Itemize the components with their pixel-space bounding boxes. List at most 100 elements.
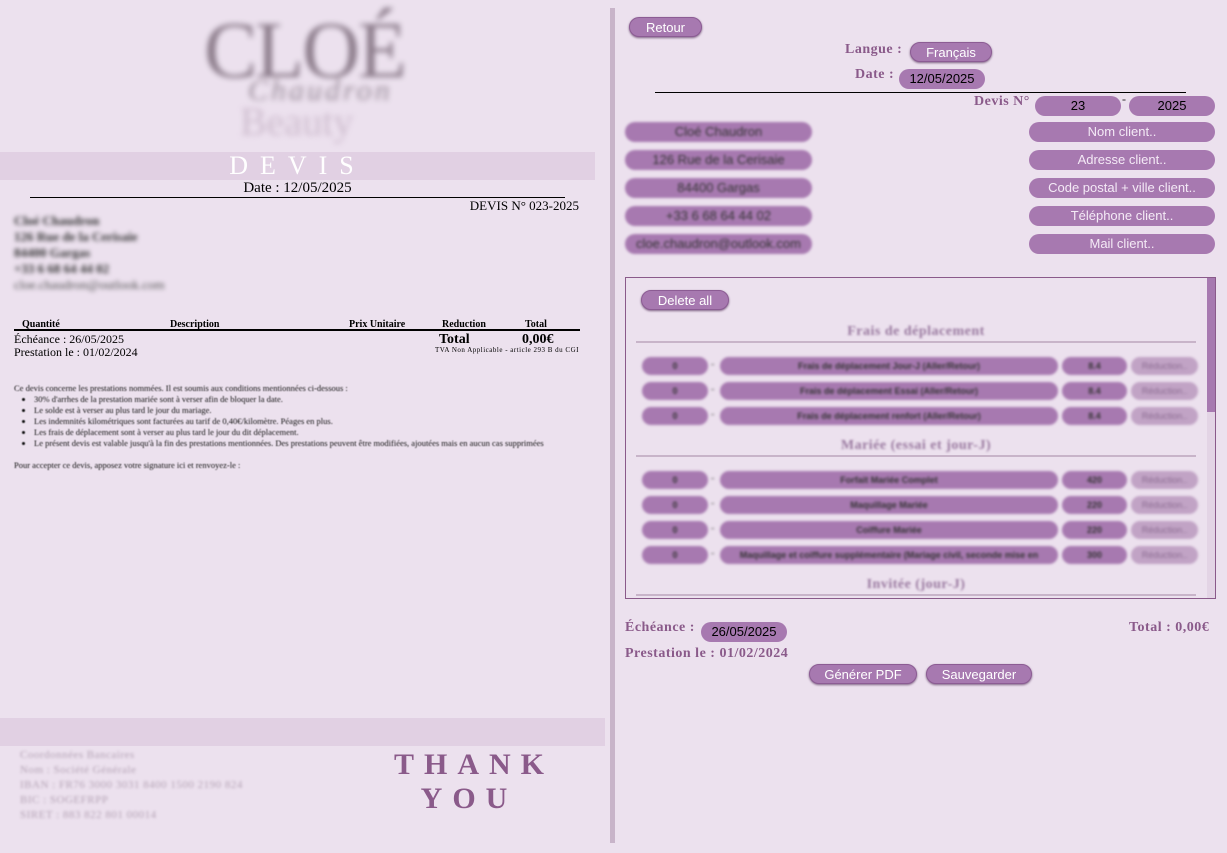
logo-line3: Beauty xyxy=(240,99,354,144)
item-description[interactable]: Maquillage Mariée xyxy=(720,496,1058,514)
item-reduction-input[interactable]: Réduction.. xyxy=(1131,382,1198,400)
generate-pdf-button[interactable]: Générer PDF xyxy=(809,664,917,684)
item-description[interactable]: Coiffure Mariée xyxy=(720,521,1058,539)
sender-street: 126 Rue de la Cerisaie xyxy=(14,229,138,244)
header-unit-price: Prix Unitaire xyxy=(349,319,406,330)
footer-band xyxy=(0,718,605,746)
sender-block: Cloé Chaudron 126 Rue de la Cerisaie 844… xyxy=(14,213,165,293)
item-price[interactable]: 8.4 xyxy=(1062,382,1127,400)
save-button[interactable]: Sauvegarder xyxy=(926,664,1032,684)
item-price[interactable]: 300 xyxy=(1062,546,1127,564)
client-postcode-city-input[interactable]: Code postal + ville client.. xyxy=(1029,178,1215,198)
item-reduction-input[interactable]: Réduction.. xyxy=(1131,357,1198,375)
item-quantity-input[interactable]: 0 xyxy=(642,496,708,514)
condition-item: Le présent devis est valable jusqu'à la … xyxy=(34,438,584,449)
devis-title: DEVIS xyxy=(0,152,595,180)
item-quantity-input[interactable]: 0 xyxy=(642,546,708,564)
preview-prestation: Prestation le : 01/02/2024 xyxy=(14,345,138,359)
sender-email-input[interactable]: cloe.chaudron@outlook.com xyxy=(625,234,812,254)
item-reduction-input[interactable]: Réduction.. xyxy=(1131,521,1198,539)
client-name-input[interactable]: Nom client.. xyxy=(1029,122,1215,142)
item-price[interactable]: 220 xyxy=(1062,521,1127,539)
condition-item: Le solde est à verser au plus tard le jo… xyxy=(34,405,584,416)
sender-phone-input[interactable]: +33 6 68 64 44 02 xyxy=(625,206,812,226)
echeance-label: Échéance : xyxy=(625,620,695,635)
item-description[interactable]: Maquillage et coiffure supplémentaire (M… xyxy=(720,546,1058,564)
sender-city: 84400 Gargas xyxy=(14,245,91,260)
item-reduction-input[interactable]: Réduction.. xyxy=(1131,407,1198,425)
section-rule xyxy=(636,341,1196,343)
item-description[interactable]: Frais de déplacement renfort (Aller/Reto… xyxy=(720,407,1058,425)
item-reduction-input[interactable]: Réduction.. xyxy=(1131,471,1198,489)
panel-divider xyxy=(610,8,615,843)
item-quantity-input[interactable]: 0 xyxy=(642,471,708,489)
item-price[interactable]: 420 xyxy=(1062,471,1127,489)
preview-dates: Échéance : 26/05/2025 Prestation le : 01… xyxy=(14,333,138,359)
section-title: Mariée (essai et jour-J) xyxy=(840,438,992,453)
client-email-input[interactable]: Mail client.. xyxy=(1029,234,1215,254)
bank-iban: IBAN : FR76 3000 3031 8400 1500 2190 824 xyxy=(20,779,243,791)
thank-you-text: THANK YOU xyxy=(394,748,544,816)
bank-siret: SIRET : 883 822 801 00014 xyxy=(20,809,157,821)
delete-all-button[interactable]: Delete all xyxy=(641,290,729,310)
item-quantity-input[interactable]: 0 xyxy=(642,521,708,539)
thanks-line1: THANK xyxy=(394,748,555,781)
item-row: 0- Frais de déplacement renfort (Aller/R… xyxy=(642,407,1198,427)
item-description[interactable]: Forfait Mariée Complet xyxy=(720,471,1058,489)
bank-name: Nom : Société Générale xyxy=(20,764,137,776)
section-rule xyxy=(636,594,1196,596)
brand-logo: CLOÉ Chaudron Beauty xyxy=(198,6,407,144)
item-price[interactable]: 8.4 xyxy=(1062,407,1127,425)
item-row: 0- Maquillage Mariée 220 Réduction.. xyxy=(642,496,1198,516)
conditions-block: Ce devis concerne les prestations nommée… xyxy=(14,383,584,471)
bank-title: Coordonnées Bancaires xyxy=(20,749,135,761)
date-input[interactable]: 12/05/2025 xyxy=(899,69,985,89)
item-quantity-input[interactable]: 0 xyxy=(642,407,708,425)
bank-bic: BIC : SOGEFRPP xyxy=(20,794,109,806)
item-description[interactable]: Frais de déplacement Essai (Aller/Retour… xyxy=(720,382,1058,400)
item-row: 0- Maquillage et coiffure supplémentaire… xyxy=(642,546,1198,566)
item-row: 0- Coiffure Mariée 220 Réduction.. xyxy=(642,521,1198,541)
sender-name-input[interactable]: Cloé Chaudron xyxy=(625,122,812,142)
date-label: Date : xyxy=(855,67,895,82)
bank-details: Coordonnées Bancaires Nom : Société Géné… xyxy=(20,748,243,823)
sender-address-input[interactable]: 126 Rue de la Cerisaie xyxy=(625,150,812,170)
client-phone-input[interactable]: Téléphone client.. xyxy=(1029,206,1215,226)
back-button[interactable]: Retour xyxy=(629,17,702,37)
preview-date: Date : 12/05/2025 xyxy=(243,180,352,196)
item-reduction-input[interactable]: Réduction.. xyxy=(1131,496,1198,514)
item-price[interactable]: 220 xyxy=(1062,496,1127,514)
scrollbar-thumb[interactable] xyxy=(1207,278,1215,412)
item-reduction-input[interactable]: Réduction.. xyxy=(1131,546,1198,564)
item-quantity-input[interactable]: 0 xyxy=(642,357,708,375)
items-table-header: Quantité Description Prix Unitaire Reduc… xyxy=(14,318,580,331)
sender-city-input[interactable]: 84400 Gargas xyxy=(625,178,812,198)
sender-phone: +33 6 68 64 44 02 xyxy=(14,261,110,276)
prestation-date: Prestation le : 01/02/2024 xyxy=(625,646,789,661)
sender-email: cloe.chaudron@outlook.com xyxy=(14,277,165,292)
form-total: Total : 0,00€ xyxy=(1129,620,1210,635)
sender-name: Cloé Chaudron xyxy=(14,213,100,228)
item-price[interactable]: 8.4 xyxy=(1062,357,1127,375)
items-list[interactable]: Delete all Frais de déplacement 0- Frais… xyxy=(625,277,1216,599)
devis-year-input[interactable]: 2025 xyxy=(1129,96,1215,116)
quote-preview: CLOÉ Chaudron Beauty DEVIS Date : 12/05/… xyxy=(0,0,605,853)
devis-number-input[interactable]: 23 xyxy=(1035,96,1121,116)
preview-devis-number: DEVIS N° 023-2025 xyxy=(469,198,579,213)
section-title: Invitée (jour-J) xyxy=(866,577,966,592)
client-address-input[interactable]: Adresse client.. xyxy=(1029,150,1215,170)
thanks-line2: YOU xyxy=(420,782,518,815)
header-total: Total xyxy=(525,319,547,330)
condition-item: Les indemnités kilométriques sont factur… xyxy=(34,416,584,427)
condition-item: 30% d'arrhes de la prestation mariée son… xyxy=(34,394,584,405)
item-description[interactable]: Frais de déplacement Jour-J (Aller/Retou… xyxy=(720,357,1058,375)
item-row: 0- Frais de déplacement Jour-J (Aller/Re… xyxy=(642,357,1198,377)
section-title: Frais de déplacement xyxy=(847,324,985,339)
conditions-intro: Ce devis concerne les prestations nommée… xyxy=(14,383,348,393)
echeance-input[interactable]: 26/05/2025 xyxy=(701,622,787,642)
language-select[interactable]: Français xyxy=(910,42,992,62)
item-quantity-input[interactable]: 0 xyxy=(642,382,708,400)
conditions-list: 30% d'arrhes de la prestation mariée son… xyxy=(34,394,584,449)
item-row: 0- Forfait Mariée Complet 420 Réduction.… xyxy=(642,471,1198,491)
header-quantity: Quantité xyxy=(22,319,60,330)
